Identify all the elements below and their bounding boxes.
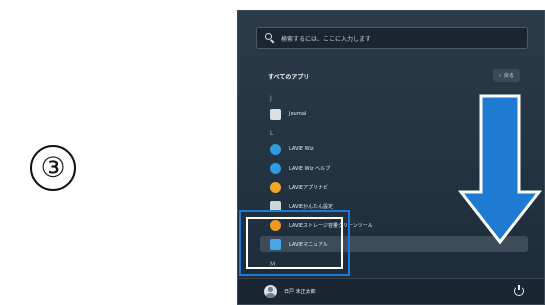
- letter-header-j[interactable]: J: [270, 95, 272, 102]
- app-label: LAVIE Wiz: [289, 146, 314, 152]
- search-icon: [265, 33, 275, 44]
- back-button[interactable]: ‹ 戻る: [493, 69, 521, 82]
- search-box[interactable]: 検索するには、ここに入力します: [256, 27, 528, 49]
- all-apps-heading: すべてのアプリ: [268, 74, 310, 81]
- chevron-left-icon: ‹: [499, 72, 501, 79]
- app-label: LAVIE Wiz ヘルプ: [289, 165, 331, 172]
- app-label: LAVIEかんたん設定: [289, 203, 334, 210]
- user-avatar-icon[interactable]: [264, 285, 277, 298]
- user-name[interactable]: 日戸 未正太郎: [284, 288, 316, 295]
- lavie-wiz-help-icon: [270, 162, 281, 174]
- journal-icon: [270, 108, 281, 120]
- power-icon[interactable]: [514, 285, 524, 296]
- lavie-wiz-icon: [270, 143, 281, 155]
- back-button-label: 戻る: [504, 73, 515, 79]
- highlight-inner-frame: [246, 217, 343, 269]
- app-label: Journal: [289, 111, 307, 117]
- start-menu-footer: 日戸 未正太郎: [238, 278, 544, 304]
- highlight-box: [239, 210, 350, 276]
- letter-header-l[interactable]: L: [270, 130, 273, 137]
- search-placeholder: 検索するには、ここに入力します: [281, 35, 372, 43]
- tutorial-stage: ③ 検索するには、ここに入力します すべてのアプリ ‹ 戻る J Journal…: [0, 0, 545, 305]
- app-label: LAVIEアプリナビ: [289, 184, 329, 191]
- lavie-app-navi-icon: [270, 181, 281, 193]
- step-number-marker: ③: [30, 145, 76, 191]
- scroll-down-arrow-icon: [457, 94, 543, 246]
